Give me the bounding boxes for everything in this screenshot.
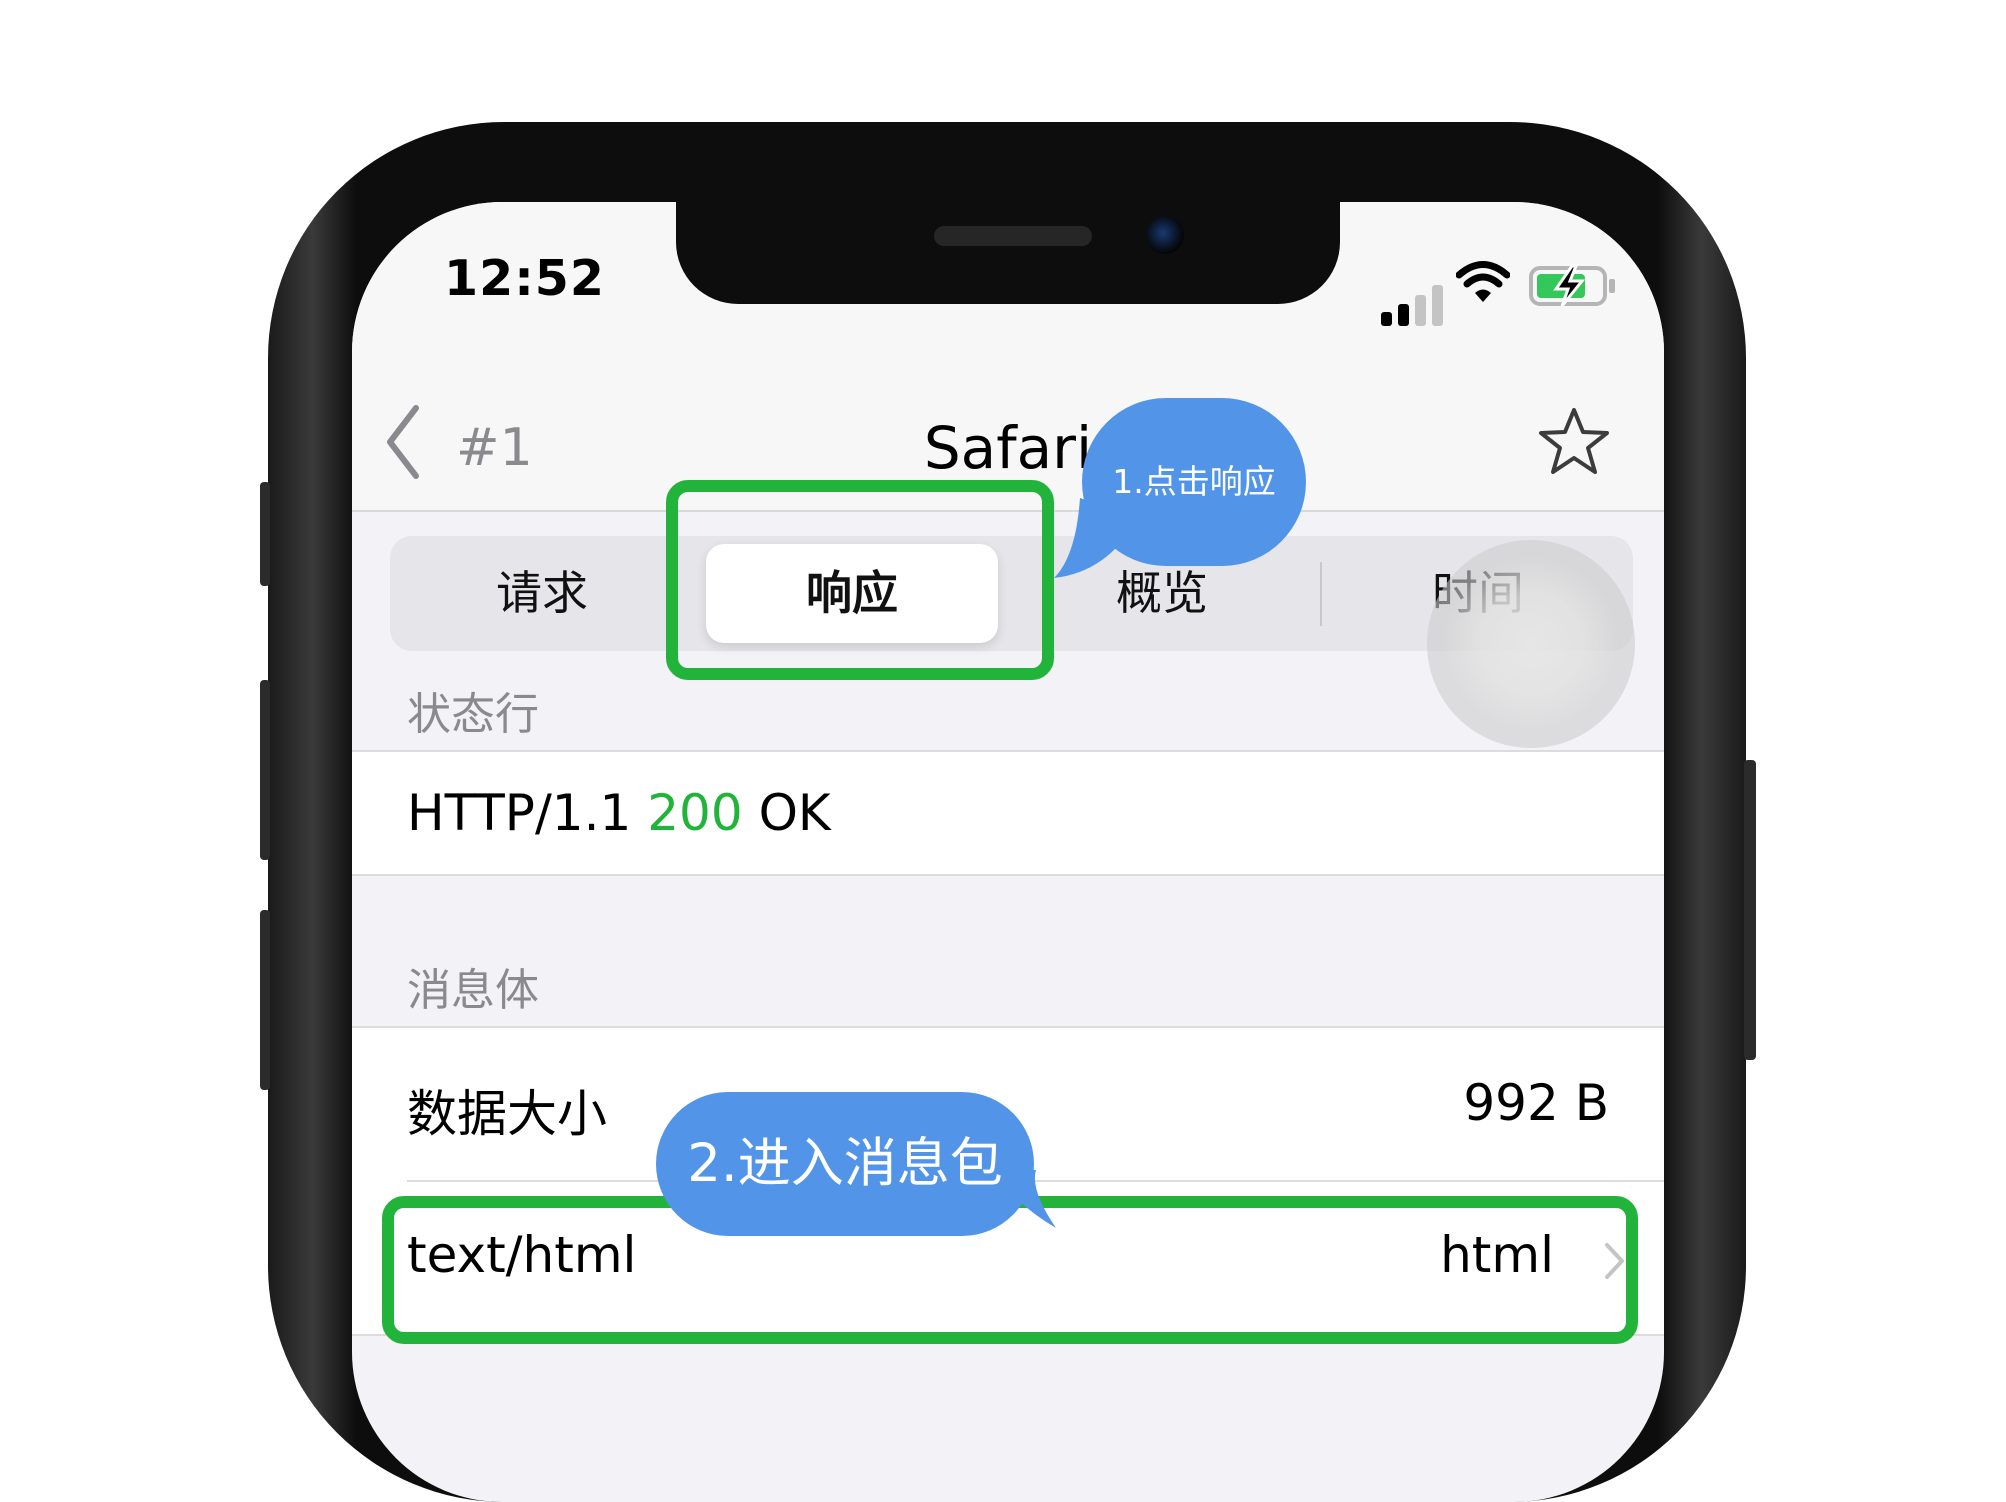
star-icon[interactable]: [1538, 406, 1610, 478]
side-button: [1744, 760, 1756, 1060]
tab-request[interactable]: 请求: [390, 536, 694, 651]
notch: [676, 202, 1340, 304]
annotation-step1: 1.点击响应: [1082, 398, 1306, 566]
status-time: 12:52: [444, 250, 605, 307]
segment-divider: [1320, 562, 1322, 626]
http-protocol: HTTP/1.1: [407, 784, 632, 842]
mute-switch: [260, 482, 270, 586]
volume-down-button: [260, 910, 270, 1090]
volume-up-button: [260, 680, 270, 860]
annotation-step2: 2.进入消息包: [656, 1092, 1034, 1236]
battery-charging-icon: [1529, 264, 1615, 307]
section-header-status: 状态行: [407, 689, 539, 740]
front-camera: [1146, 216, 1184, 254]
highlight-response-tab: [666, 480, 1054, 680]
speaker: [934, 226, 1092, 246]
status-code: 200: [647, 784, 743, 842]
status-line: HTTP/1.1 200 OK: [407, 784, 831, 842]
wifi-icon: [1456, 261, 1510, 302]
status-line-cell: HTTP/1.1 200 OK: [352, 750, 1664, 876]
section-header-body: 消息体: [407, 965, 539, 1016]
page-title: Safari: [923, 414, 1093, 482]
signal-icon: [1381, 285, 1443, 326]
data-size-label: 数据大小: [407, 1085, 607, 1143]
status-reason: OK: [758, 784, 831, 842]
assistive-touch-button[interactable]: [1427, 540, 1635, 748]
data-size-value: 992 B: [1463, 1074, 1609, 1132]
